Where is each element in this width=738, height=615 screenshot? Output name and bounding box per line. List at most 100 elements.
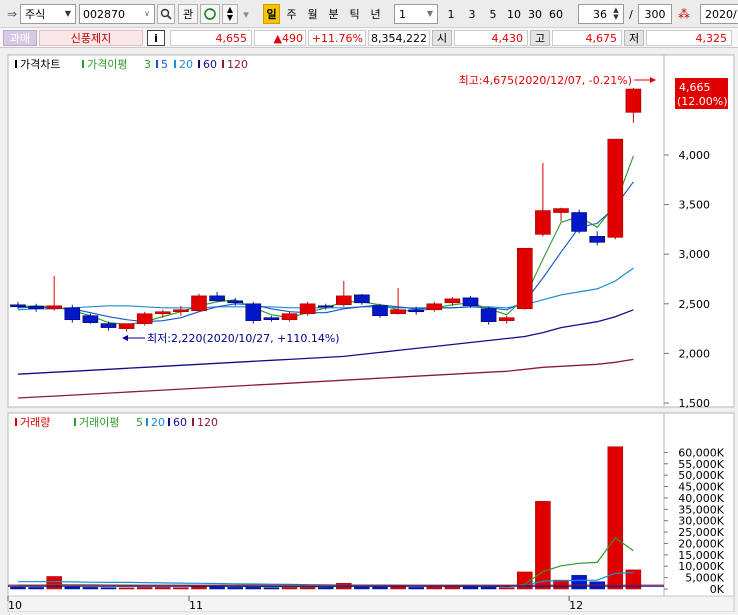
volume-bar (281, 587, 298, 590)
up-down-spinner-icon[interactable]: ▲ ▼ (610, 7, 622, 21)
candle-body (372, 305, 388, 317)
volume-bar (372, 586, 388, 590)
interval-select[interactable]: 1 ▼ (394, 4, 438, 24)
info-button[interactable]: i (147, 30, 165, 46)
ma-legend-marker (82, 60, 84, 68)
volume-bar (155, 587, 171, 590)
x-axis-label: 12 (569, 599, 583, 612)
link-arrow-icon[interactable]: ⇒ (4, 4, 20, 24)
ma120-legend-marker (222, 60, 224, 68)
candle-body (625, 88, 642, 113)
interval-10-button[interactable]: 10 (505, 4, 523, 24)
volume-bar (408, 587, 424, 590)
price-tick-label: 4,000 (679, 149, 711, 162)
candle-body (100, 323, 117, 328)
volume-ma-label: 거래이평 (79, 416, 119, 429)
volume-bar (227, 587, 243, 590)
candle-body (354, 294, 370, 304)
date-input[interactable]: 2020/ (700, 4, 738, 24)
high-value: 4,675 (552, 30, 622, 46)
candle-body (444, 298, 461, 304)
candle-body (480, 308, 497, 322)
count-input-value: 36 (593, 7, 607, 21)
stock-name: 신풍제지 (39, 30, 143, 46)
volume-bar (64, 586, 81, 590)
x-axis-label: 10 (8, 599, 22, 612)
volume-ma120-label: 120 (197, 416, 218, 429)
period-daily-button[interactable]: 일 (263, 4, 280, 24)
candle-body (335, 295, 352, 306)
volume-bar (317, 586, 334, 590)
price-tick-label: 1,500 (679, 397, 711, 410)
volume-bar (46, 576, 62, 590)
dropdown-icon[interactable]: ▾ (240, 4, 252, 24)
current-price: 4,655 (170, 30, 252, 46)
interval-3-button[interactable]: 3 (464, 4, 480, 24)
up-down-spinner-icon[interactable]: ▲ ▼ (222, 4, 238, 24)
chevron-down-icon: ∨ (144, 9, 150, 18)
volume-bar (498, 587, 515, 590)
volume-ma5-label: 5 (136, 416, 143, 429)
open-value: 4,430 (454, 30, 528, 46)
volume-bar (136, 587, 153, 590)
volume-tick-label: 0K (710, 583, 725, 596)
price-legend-marker (15, 60, 17, 68)
period-minute-button[interactable]: 분 (325, 4, 342, 24)
x-axis-label: 11 (189, 599, 203, 612)
price-tick-label: 2,500 (679, 298, 711, 311)
candle-body (408, 309, 425, 313)
chart-grid-icon[interactable]: ⁂ (675, 4, 693, 24)
price-chart-title: 가격차트 (20, 58, 60, 71)
volume-ma-legend-marker (74, 418, 76, 426)
ma20-legend-marker (174, 60, 176, 68)
candle-body (535, 210, 551, 235)
price-tick-label: 3,500 (679, 199, 711, 212)
period-monthly-button[interactable]: 월 (304, 4, 321, 24)
candle-body (227, 300, 243, 304)
date-input-value: 2020/ (705, 7, 737, 21)
watchlist-button[interactable]: 관 (178, 4, 198, 24)
volume-bar (607, 446, 624, 590)
candle-body (462, 297, 479, 307)
stock-code-input[interactable]: 002870 ∨ (79, 4, 155, 24)
volume-bar (571, 575, 587, 590)
ma120-label: 120 (227, 58, 248, 71)
candle-body (64, 307, 81, 320)
candle-body (516, 247, 533, 310)
volume-bar (82, 587, 99, 590)
interval-60-button[interactable]: 60 (547, 4, 565, 24)
candle-body (317, 305, 334, 308)
volume-ma60-legend-marker (168, 418, 170, 426)
interval-30-button[interactable]: 30 (526, 4, 544, 24)
volume-bar (118, 587, 135, 590)
ma60-legend-marker (198, 60, 200, 68)
recycle-icon[interactable] (200, 4, 220, 24)
current-price-tag-value: 4,665 (679, 81, 711, 94)
price-tick-label: 3,000 (679, 248, 711, 261)
low-value: 4,325 (646, 30, 732, 46)
candle-body (553, 208, 569, 213)
candle-body (10, 304, 26, 308)
candle-body (82, 315, 99, 323)
high-label: 고 (530, 30, 550, 46)
period-year-button[interactable]: 년 (367, 4, 384, 24)
low-price-annotation: 최저:2,220(2020/10/27, +110.14%) (147, 332, 340, 345)
interval-5-button[interactable]: 5 (485, 4, 501, 24)
total-count-input[interactable]: 300 (638, 4, 672, 24)
volume-bar (28, 587, 44, 590)
chevron-down-icon: ▼ (426, 9, 434, 18)
candlestick-chart[interactable]: 가격차트 가격이평 3 5 20 60 120 거래량 거래이평 5 20 60… (0, 50, 738, 613)
search-icon[interactable] (157, 4, 175, 24)
period-tick-button[interactable]: 틱 (346, 4, 363, 24)
low-label: 저 (624, 30, 644, 46)
candle-body (191, 295, 207, 312)
volume-bar (245, 586, 262, 590)
candle-body (498, 317, 515, 321)
period-weekly-button[interactable]: 주 (283, 4, 300, 24)
market-select[interactable]: 주식 ▼ (20, 4, 76, 24)
count-input[interactable]: 36 ▲ ▼ (578, 4, 624, 24)
candle-body (28, 305, 44, 310)
interval-1-button[interactable]: 1 (443, 4, 459, 24)
volume-ma60-label: 60 (173, 416, 187, 429)
volume-chart-title: 거래량 (20, 416, 50, 429)
